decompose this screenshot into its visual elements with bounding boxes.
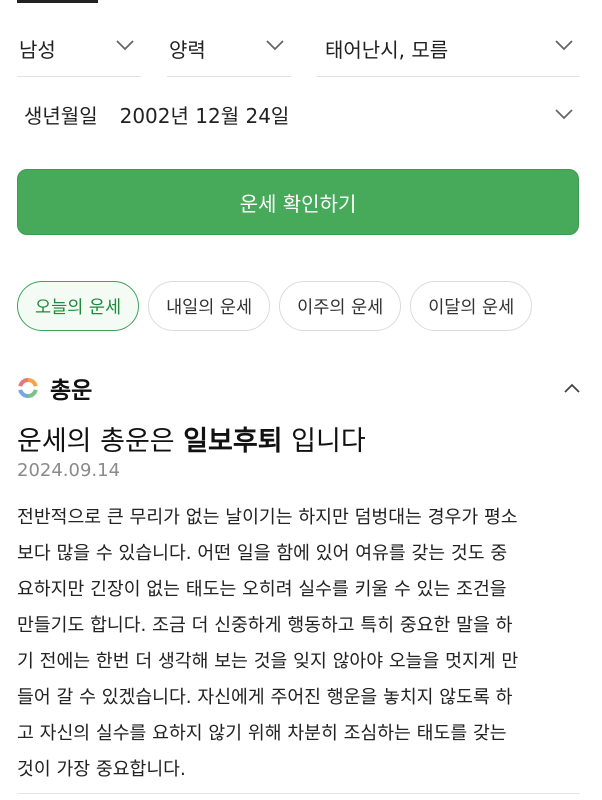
chevron-down-icon — [116, 40, 134, 51]
divider — [17, 793, 580, 794]
filter-row: 남성 양력 태어난시, 모름 — [17, 20, 580, 77]
body-line: 것이 가장 중요합니다. — [17, 759, 186, 780]
calendar-type-value: 양력 — [169, 37, 206, 62]
fortune-body: 전반적으로 큰 무리가 없는 날이기는 하지만 덤벙대는 경우가 평소 보다 많… — [17, 500, 583, 788]
tab-this-month[interactable]: 이달의 운세 — [410, 281, 533, 331]
check-fortune-button[interactable]: 운세 확인하기 — [17, 169, 579, 235]
chevron-down-icon — [555, 109, 573, 120]
gender-select[interactable]: 남성 — [17, 20, 141, 77]
calendar-type-select[interactable]: 양력 — [167, 20, 291, 77]
birthdate-value: 2002년 12월 24일 — [119, 103, 290, 128]
birth-time-select[interactable]: 태어난시, 모름 — [317, 20, 580, 77]
tab-tomorrow[interactable]: 내일의 운세 — [148, 281, 271, 331]
body-line: 들어 갈 수 있겠습니다. 자신에게 주어진 행운을 놓치지 않도록 하 — [17, 687, 513, 708]
fortune-date: 2024.09.14 — [17, 460, 121, 481]
section-header-toggle[interactable]: 총운 — [17, 368, 582, 408]
active-tab-indicator — [17, 0, 98, 3]
body-line: 기 전에는 한번 더 생각해 보는 것을 잊지 않아야 오늘을 멋지게 만 — [17, 651, 519, 672]
body-line: 보다 많을 수 있습니다. 어떤 일을 함에 있어 여유를 갖는 것도 중 — [17, 543, 508, 564]
headline-emphasis: 일보후퇴 — [183, 426, 283, 457]
section-title: 총운 — [50, 378, 93, 404]
body-line: 고 자신의 실수를 요하지 않기 위해 차분히 조심하는 태도를 갖는 — [17, 723, 507, 744]
headline-suffix: 입니다 — [282, 426, 366, 457]
tab-this-week[interactable]: 이주의 운세 — [279, 281, 402, 331]
birthdate-select[interactable]: 생년월일 2002년 12월 24일 — [17, 86, 580, 142]
birthdate-label: 생년월일 — [24, 103, 98, 128]
gender-value: 남성 — [19, 37, 56, 62]
body-line: 전반적으로 큰 무리가 없는 날이기는 하지만 덤벙대는 경우가 평소 — [17, 507, 518, 528]
period-tabs: 오늘의 운세 내일의 운세 이주의 운세 이달의 운세 — [17, 281, 533, 331]
tab-today[interactable]: 오늘의 운세 — [17, 281, 140, 331]
body-line: 만들기도 합니다. 조금 더 신중하게 행동하고 특히 중요한 말을 하 — [17, 615, 513, 636]
birth-time-value: 태어난시, 모름 — [325, 37, 449, 62]
chevron-down-icon — [555, 40, 573, 51]
fortune-headline: 운세의 총운은 일보후퇴 입니다 — [17, 419, 366, 458]
chevron-up-icon — [564, 383, 580, 393]
headline-prefix: 운세의 총운은 — [17, 426, 184, 457]
fortune-ring-icon — [18, 378, 38, 398]
chevron-down-icon — [266, 40, 284, 51]
body-line: 요하지만 긴장이 없는 태도는 오히려 실수를 키울 수 있는 조건을 — [17, 579, 507, 600]
